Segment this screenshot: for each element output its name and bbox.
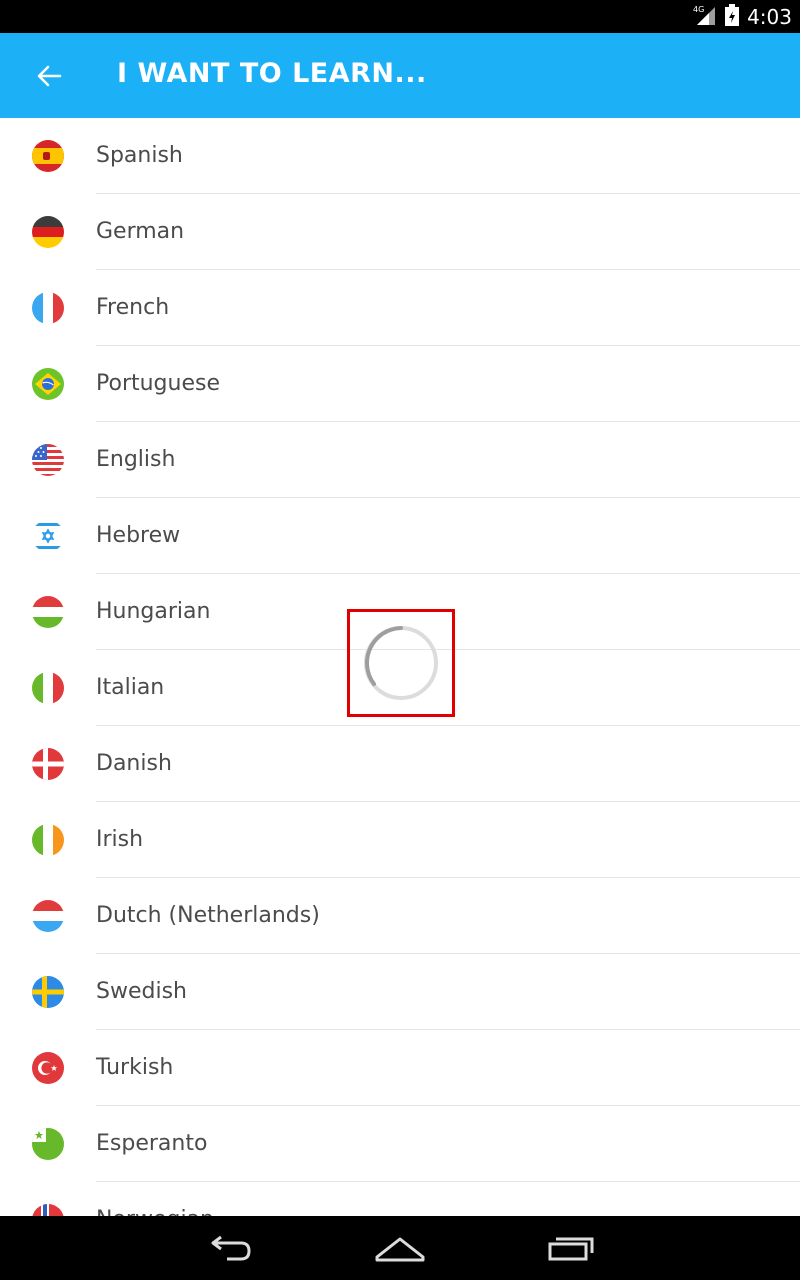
status-bar: 4G 4:03 xyxy=(0,0,800,33)
language-label: Danish xyxy=(96,751,172,776)
language-item-german[interactable]: German xyxy=(0,194,800,270)
language-item-dutch[interactable]: Dutch (Netherlands) xyxy=(0,878,800,954)
israel-flag-icon xyxy=(32,520,64,552)
language-item-swedish[interactable]: Swedish xyxy=(0,954,800,1030)
recents-icon xyxy=(548,1237,594,1261)
language-label: Hungarian xyxy=(96,599,211,624)
network-type-label: 4G xyxy=(693,5,704,14)
usa-flag-icon xyxy=(32,444,64,476)
language-label: Italian xyxy=(96,675,165,700)
loading-spinner-highlight xyxy=(347,609,455,717)
language-item-english[interactable]: English xyxy=(0,422,800,498)
signal-4g-icon: 4G xyxy=(693,3,717,31)
sweden-flag-icon xyxy=(32,976,64,1008)
home-icon xyxy=(375,1237,425,1262)
language-item-portuguese[interactable]: Portuguese xyxy=(0,346,800,422)
denmark-flag-icon xyxy=(32,748,64,780)
language-label: English xyxy=(96,447,176,472)
italy-flag-icon xyxy=(32,672,64,704)
esperanto-flag-icon xyxy=(32,1128,64,1160)
norway-flag-icon xyxy=(32,1204,64,1216)
language-item-danish[interactable]: Danish xyxy=(0,726,800,802)
back-button[interactable] xyxy=(26,53,72,99)
language-label: French xyxy=(96,295,170,320)
status-icons: 4G 4:03 xyxy=(693,0,792,33)
language-label: Turkish xyxy=(96,1055,174,1080)
language-label: Portuguese xyxy=(96,371,220,396)
language-item-french[interactable]: French xyxy=(0,270,800,346)
loading-spinner-icon xyxy=(364,626,438,700)
hungary-flag-icon xyxy=(32,596,64,628)
clock: 4:03 xyxy=(747,4,792,29)
language-label: Dutch (Netherlands) xyxy=(96,903,320,928)
nav-home-button[interactable] xyxy=(370,1230,430,1266)
app-bar: I WANT TO LEARN... xyxy=(0,33,800,118)
nav-back-button[interactable] xyxy=(200,1230,260,1266)
language-item-hebrew[interactable]: Hebrew xyxy=(0,498,800,574)
language-label: German xyxy=(96,219,185,244)
ireland-flag-icon xyxy=(32,824,64,856)
germany-flag-icon xyxy=(32,216,64,248)
language-item-spanish[interactable]: Spanish xyxy=(0,118,800,194)
netherlands-flag-icon xyxy=(32,900,64,932)
language-label: Norwegian xyxy=(96,1182,214,1216)
arrow-left-icon xyxy=(37,65,62,87)
language-item-esperanto[interactable]: Esperanto xyxy=(0,1106,800,1182)
language-label: Spanish xyxy=(96,143,183,168)
page-title: I WANT TO LEARN... xyxy=(117,58,427,89)
system-nav-bar xyxy=(0,1216,800,1280)
france-flag-icon xyxy=(32,292,64,324)
turkey-flag-icon xyxy=(32,1052,64,1084)
battery-icon xyxy=(725,3,740,30)
language-label: Irish xyxy=(96,827,144,852)
language-label: Hebrew xyxy=(96,523,181,548)
nav-recents-button[interactable] xyxy=(541,1230,601,1266)
language-label: Swedish xyxy=(96,979,187,1004)
language-item-norwegian[interactable]: Norwegian xyxy=(0,1182,800,1216)
language-label: Esperanto xyxy=(96,1131,208,1156)
back-arrow-icon xyxy=(211,1235,251,1261)
language-item-turkish[interactable]: Turkish xyxy=(0,1030,800,1106)
brazil-flag-icon xyxy=(32,368,64,400)
spain-flag-icon xyxy=(32,140,64,172)
language-item-irish[interactable]: Irish xyxy=(0,802,800,878)
